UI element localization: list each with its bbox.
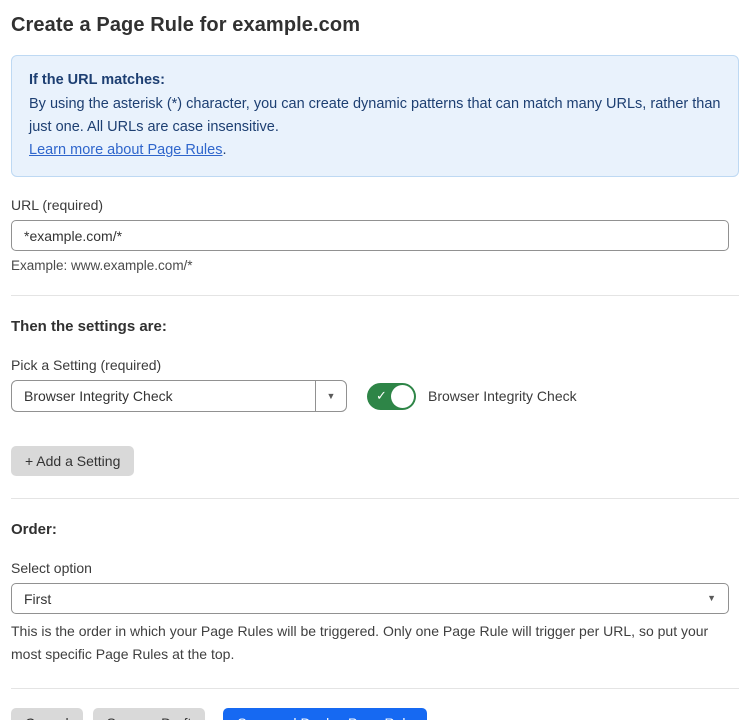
chevron-down-icon: ▼: [707, 594, 716, 603]
toggle-label: Browser Integrity Check: [428, 388, 577, 404]
info-box-link-line: Learn more about Page Rules.: [29, 139, 721, 162]
create-page-rule-panel: Create a Page Rule for example.com If th…: [0, 0, 750, 720]
setting-row: Browser Integrity Check ▼ ✓ Browser Inte…: [11, 380, 739, 412]
check-icon: ✓: [376, 388, 387, 404]
link-period: .: [222, 142, 226, 158]
order-section-heading: Order:: [11, 521, 739, 538]
save-and-deploy-button[interactable]: Save and Deploy Page Rule: [223, 708, 427, 720]
toggle-knob: [391, 385, 414, 408]
info-box-body: By using the asterisk (*) character, you…: [29, 93, 721, 139]
learn-more-link[interactable]: Learn more about Page Rules: [29, 142, 222, 158]
select-option-label: Select option: [11, 560, 739, 576]
divider: [11, 688, 739, 689]
order-select-value: First: [24, 591, 51, 607]
setting-dropdown[interactable]: Browser Integrity Check ▼: [11, 380, 347, 412]
save-as-draft-button[interactable]: Save as Draft: [93, 708, 206, 720]
setting-dropdown-arrow-button[interactable]: ▼: [315, 381, 346, 411]
settings-section-heading: Then the settings are:: [11, 318, 739, 335]
divider: [11, 498, 739, 499]
url-field-label: URL (required): [11, 197, 739, 213]
browser-integrity-toggle[interactable]: ✓: [367, 383, 416, 410]
url-match-info-box: If the URL matches: By using the asteris…: [11, 55, 739, 177]
setting-dropdown-value: Browser Integrity Check: [12, 381, 315, 411]
info-box-heading: If the URL matches:: [29, 69, 721, 92]
divider: [11, 295, 739, 296]
browser-integrity-toggle-group: ✓ Browser Integrity Check: [367, 383, 577, 410]
add-setting-button[interactable]: + Add a Setting: [11, 446, 134, 476]
page-title: Create a Page Rule for example.com: [11, 14, 739, 37]
order-select[interactable]: First ▼: [11, 583, 729, 614]
footer-actions: Cancel Save as Draft Save and Deploy Pag…: [11, 708, 739, 720]
cancel-button[interactable]: Cancel: [11, 708, 83, 720]
url-input[interactable]: [11, 220, 729, 251]
chevron-down-icon: ▼: [327, 392, 336, 401]
pick-setting-label: Pick a Setting (required): [11, 357, 739, 373]
url-example-text: Example: www.example.com/*: [11, 258, 739, 273]
order-description: This is the order in which your Page Rul…: [11, 620, 735, 666]
